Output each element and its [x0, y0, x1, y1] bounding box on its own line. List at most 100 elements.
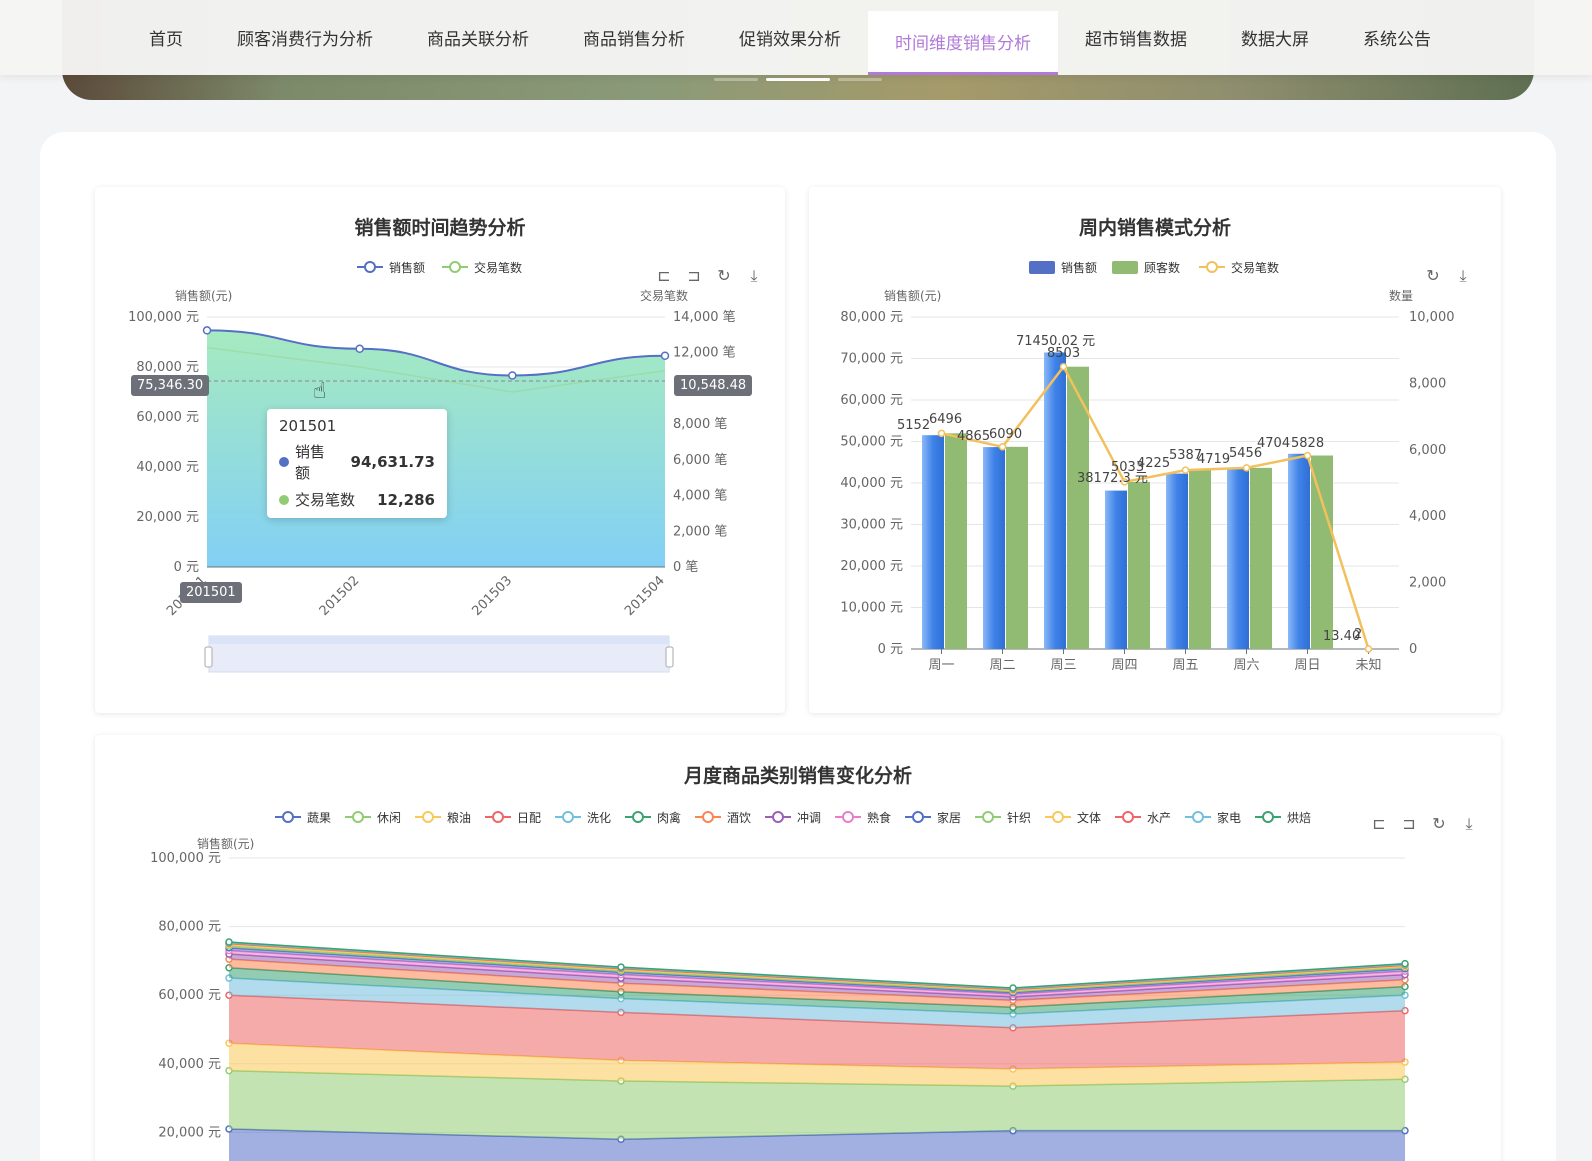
nav-item-supermarket-data[interactable]: 超市销售数据 — [1058, 0, 1214, 75]
carousel-dot[interactable] — [838, 78, 882, 81]
y-tick-label: 20,000 元 — [840, 559, 903, 574]
legend-label: 肉禽 — [657, 810, 681, 825]
y-right-tick-label: 0 笔 — [673, 559, 698, 575]
x-tick-label: 周四 — [1111, 658, 1137, 673]
legend-marker — [1122, 811, 1134, 823]
sales-point — [660, 351, 670, 360]
bar-data-label: 2 — [1354, 627, 1362, 642]
legend-label: 针织 — [1007, 810, 1031, 825]
x-tick-label: 周五 — [1172, 658, 1198, 673]
y-right-tick-label: 6,000 笔 — [673, 452, 727, 468]
legend-label: 交易笔数 — [1231, 260, 1279, 275]
y-tick-label: 60,000 元 — [840, 393, 903, 408]
monthly-category-chart[interactable]: 蔬果 休闲 粮油 日配 洗化 肉禽 酒饮 冲调 熟食 家居 针织 文体 水产 家电 烘焙销售额(元) 20,0… — [95, 735, 1501, 1161]
y-axis-right-label: 数量 — [1389, 288, 1413, 303]
legend-label: 酒饮 — [727, 811, 751, 825]
y-tick-label: 80,000 元 — [136, 360, 199, 375]
carousel-dot-active[interactable] — [766, 78, 830, 81]
y-tick-label: 100,000 元 — [128, 310, 199, 325]
y-tick-label: 20,000 元 — [158, 1125, 221, 1140]
series-dot — [279, 457, 289, 467]
y-tick-label: 60,000 元 — [158, 988, 221, 1003]
carousel-dot[interactable] — [714, 78, 758, 81]
x-tick-label: 周二 — [989, 658, 1015, 673]
nav-item-home[interactable]: 首页 — [122, 0, 210, 75]
legend-marker — [842, 811, 854, 823]
legend-swatch — [1112, 261, 1138, 274]
nav-item-time-dimension[interactable]: 时间维度销售分析 — [868, 10, 1058, 75]
legend-label: 烘焙 — [1287, 810, 1311, 825]
y-tick-label: 50,000 元 — [840, 435, 903, 450]
bar-sales — [1044, 352, 1066, 649]
y-tick-label: 40,000 元 — [136, 460, 199, 475]
series-dot — [279, 494, 289, 505]
sales-point — [508, 371, 517, 380]
legend-marker — [1052, 811, 1064, 823]
y-right-tick-label: 2,000 — [1409, 576, 1446, 591]
y-axis-left-label: 销售额(元) — [175, 288, 232, 303]
legend-marker — [422, 811, 434, 823]
nav-item-promotion[interactable]: 促销效果分析 — [712, 0, 868, 75]
legend-marker — [772, 811, 784, 823]
bar-customers — [1006, 446, 1028, 649]
legend-label: 销售额 — [389, 260, 425, 275]
legend-label: 洗化 — [587, 811, 611, 825]
stack-point — [225, 938, 233, 946]
bar-customers — [1189, 470, 1211, 649]
y-right-tick-label: 14,000 笔 — [673, 309, 736, 325]
legend-label: 熟食 — [867, 810, 891, 825]
nav-item-customer-behavior[interactable]: 顾客消费行为分析 — [210, 0, 400, 75]
x-tick-label: 未知 — [1355, 657, 1381, 673]
y-tick-label: 20,000 元 — [136, 510, 199, 525]
transactions-point — [1364, 645, 1373, 653]
bar-data-label: 4865 — [957, 429, 990, 444]
datazoom-handle — [204, 646, 213, 668]
y-tick-label: 100,000 元 — [150, 851, 221, 866]
bar-data-label: 4225 — [1137, 456, 1170, 471]
stack-point — [1401, 959, 1409, 968]
legend-label: 家居 — [937, 810, 961, 825]
bar-data-label: 6090 — [989, 427, 1022, 442]
transactions-point — [1181, 466, 1190, 474]
nav-item-dashboard[interactable]: 数据大屏 — [1214, 0, 1336, 75]
axis-pointer-x-label: 201501 — [180, 582, 242, 603]
bar-customers — [1250, 467, 1272, 649]
y-tick-label: 60,000 元 — [136, 410, 199, 425]
y-right-tick-label: 10,000 — [1409, 310, 1455, 325]
tooltip-row-label: 销售额 — [295, 443, 326, 482]
y-right-tick-label: 4,000 笔 — [673, 488, 727, 504]
y-right-tick-label: 0 — [1409, 642, 1417, 657]
y-axis-left-label: 销售额(元) — [197, 836, 254, 851]
nav-item-product-sales[interactable]: 商品销售分析 — [556, 0, 712, 75]
bar-data-label: 8503 — [1047, 346, 1080, 361]
legend-label: 日配 — [517, 811, 541, 825]
legend-label: 冲调 — [797, 810, 821, 825]
legend-marker — [352, 811, 364, 823]
legend-label: 蔬果 — [307, 811, 331, 825]
y-tick-label: 10,000 元 — [840, 601, 903, 616]
stack-point — [617, 963, 625, 971]
transactions-point — [1059, 362, 1068, 371]
bar-data-label: 6496 — [929, 412, 962, 427]
legend-marker — [364, 261, 376, 273]
transactions-point — [937, 429, 946, 438]
legend-label: 文体 — [1077, 810, 1101, 825]
y-right-tick-label: 8,000 笔 — [673, 416, 727, 432]
tooltip-row-value: 94,631.73 — [350, 453, 435, 471]
nav-item-product-association[interactable]: 商品关联分析 — [400, 0, 556, 75]
legend-marker — [1192, 811, 1204, 823]
y-right-tick-label: 8,000 — [1409, 376, 1446, 391]
carousel-indicators[interactable] — [714, 78, 882, 81]
stack-point — [1009, 984, 1017, 992]
nav-item-announcement[interactable]: 系统公告 — [1336, 0, 1458, 75]
bar-customers — [945, 433, 967, 649]
y-right-tick-label: 6,000 — [1409, 443, 1446, 458]
bar-customers — [1311, 455, 1333, 649]
weekly-pattern-chart[interactable]: 销售额 顾客数 交易笔数销售额(元) 数量 0 元 10,000 元 20,000 元 30,… — [809, 187, 1501, 713]
bar-data-label: 5152 — [897, 418, 930, 433]
axis-pointer-right-label: 10,548.48 — [674, 375, 753, 396]
y-right-tick-label: 12,000 笔 — [673, 345, 736, 361]
legend-marker — [1262, 811, 1274, 823]
bar-customers — [1128, 481, 1150, 649]
legend-label: 水产 — [1147, 811, 1171, 825]
